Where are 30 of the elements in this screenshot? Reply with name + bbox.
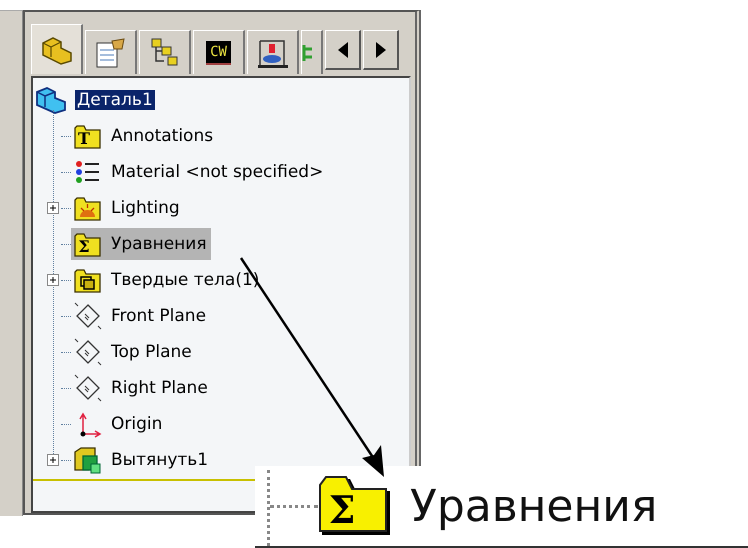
tab[interactable] [139, 30, 191, 74]
tree-item[interactable]: Right Plane [71, 372, 212, 404]
left-arrow-icon [338, 42, 348, 58]
cw-icon: CW [206, 40, 231, 64]
plane-icon [73, 302, 103, 330]
tab[interactable]: CW [193, 30, 245, 74]
tab[interactable] [247, 30, 299, 74]
tree-item[interactable]: Front Plane [71, 300, 210, 332]
scroll-button[interactable] [325, 30, 361, 70]
part-icon [35, 86, 67, 114]
plane-icon [73, 374, 103, 402]
expand-icon[interactable] [47, 454, 59, 466]
tree-item[interactable]: Σ Уравнения [71, 228, 211, 260]
tree-item[interactable]: Material <not specified> [71, 156, 328, 188]
tree-item[interactable]: Top Plane [71, 336, 196, 368]
tree-item[interactable]: Деталь1 [75, 90, 155, 110]
tree-item[interactable]: Вытянуть1 [71, 444, 212, 476]
tree-item[interactable]: Lighting [71, 192, 184, 224]
right-arrow-icon [376, 42, 386, 58]
tab[interactable] [31, 24, 83, 74]
tree-item[interactable]: Origin [71, 408, 166, 440]
tree-item[interactable]: T Annotations [71, 120, 218, 152]
extrude-icon [73, 446, 103, 474]
magnified-label: Уравнения [410, 480, 658, 532]
tab[interactable] [85, 30, 137, 74]
expand-icon[interactable] [47, 274, 59, 286]
document-icon [94, 36, 128, 68]
plane-icon [73, 338, 103, 366]
scroll-button[interactable] [363, 30, 399, 70]
expand-icon[interactable] [47, 202, 59, 214]
